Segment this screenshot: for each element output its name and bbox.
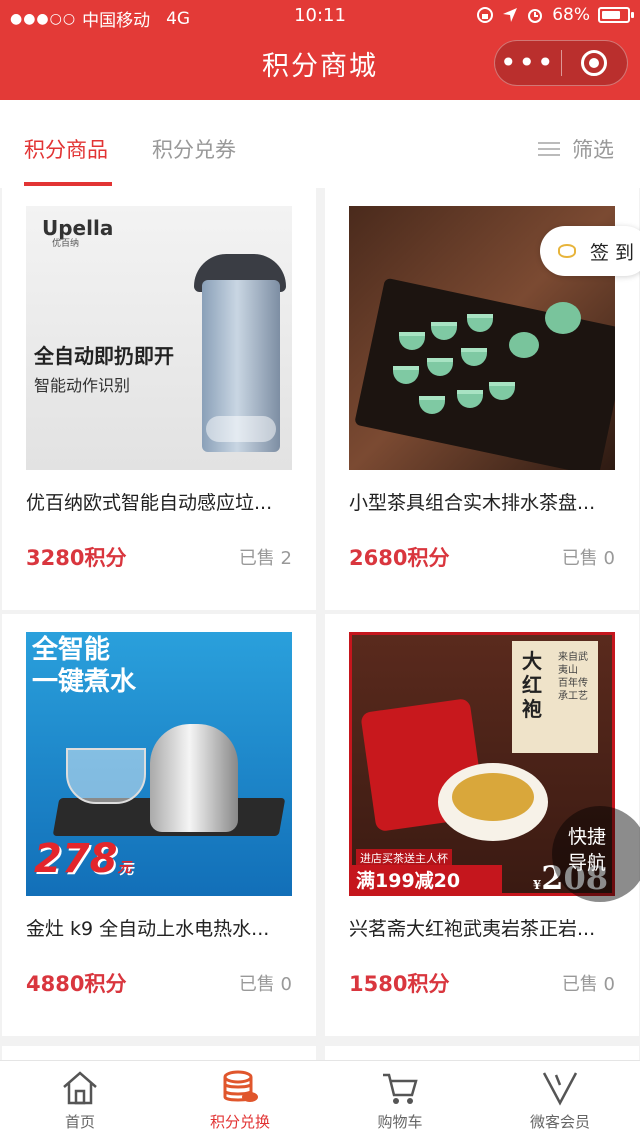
tea-pitcher: [509, 332, 539, 358]
product-card[interactable]: 全智能 一键煮水 278元 金灶 k9 全自动上水电热水... 4880积分 已…: [2, 614, 316, 1036]
product-name[interactable]: 优百纳欧式智能自动感应垃...: [26, 488, 296, 515]
v-member-icon: [542, 1072, 578, 1106]
target-circle-icon: [581, 50, 608, 76]
bottom-tab-points[interactable]: 积分兑换: [160, 1061, 320, 1138]
filter-label: 筛选: [572, 138, 614, 162]
tea-label-title: 大红袍: [522, 649, 542, 721]
quick-nav-button[interactable]: 快捷 导航: [552, 806, 640, 902]
brand-sub: 优百纳: [52, 239, 80, 249]
product-price: 1580积分: [349, 972, 450, 996]
more-dots-icon[interactable]: •••: [495, 49, 561, 77]
cart-icon: [383, 1073, 418, 1104]
tea-label-sub: 来自武夷山 百年传承工艺: [558, 652, 588, 702]
signin-label: 签 到: [590, 241, 635, 264]
product-image: Upella 优百纳 全自动即扔即开 智能动作识别: [26, 206, 292, 470]
bottom-tab-cart[interactable]: 购物车: [320, 1061, 480, 1138]
location-arrow-icon: [503, 8, 518, 22]
image-price-unit: 元: [117, 860, 132, 876]
tea-liquid: [452, 773, 534, 821]
image-slogan: 全自动即扔即开: [34, 344, 174, 368]
glass-pot: [66, 748, 146, 804]
bottom-tab-label: 购物车: [377, 1113, 423, 1131]
status-bar: ●●●○○ 中国移动 4G 10:11 68%: [0, 0, 640, 34]
bottom-tab-label: 首页: [64, 1113, 95, 1131]
tab-points-coupons[interactable]: 积分兑券: [152, 134, 236, 164]
headline-line2: 一键煮水: [32, 667, 137, 697]
product-price: 2680积分: [349, 546, 450, 570]
filter-button[interactable]: 筛选: [538, 134, 614, 164]
image-headline: 全智能 一键煮水: [32, 634, 136, 698]
sold-count: 已售 0: [238, 974, 292, 995]
mini-program-capsule: •••: [494, 40, 628, 86]
sold-count: 已售 0: [561, 548, 615, 569]
image-subtitle: 智能动作识别: [34, 376, 131, 395]
headline-line1: 全智能: [32, 635, 111, 665]
quick-nav-line1: 快捷: [568, 826, 607, 848]
coins-stack-icon: [223, 1070, 258, 1102]
alarm-icon: [528, 9, 543, 23]
product-image: 全智能 一键煮水 278元: [26, 632, 292, 896]
bottom-tab-label: 微客会员: [529, 1113, 590, 1131]
battery-icon: [598, 7, 634, 23]
bottom-tab-bar: 首页 积分兑换 购物车 微客会员: [0, 1060, 640, 1138]
tab-bar: 积分商品 积分兑券 筛选: [0, 100, 640, 188]
list-icon: [538, 140, 560, 158]
close-button[interactable]: [562, 50, 628, 76]
product-price: 3280积分: [26, 546, 127, 570]
battery-percent: 68%: [552, 5, 590, 25]
promo-banner: 满199减20: [352, 865, 502, 893]
product-name[interactable]: 兴茗斋大红袍武夷岩茶正岩...: [349, 914, 619, 941]
coin-icon: [558, 244, 576, 258]
bottom-tab-member[interactable]: 微客会员: [480, 1061, 640, 1138]
product-name[interactable]: 小型茶具组合实木排水茶盘...: [349, 488, 619, 515]
product-card[interactable]: Upella 优百纳 全自动即扔即开 智能动作识别 优百纳欧式智能自动感应垃..…: [2, 188, 316, 610]
bottom-tab-label: 积分兑换: [209, 1113, 270, 1131]
bin-reflection: [206, 416, 276, 442]
lock-rotation-icon: [477, 7, 494, 23]
product-price: 4880积分: [26, 972, 127, 996]
image-price-value: 278: [34, 836, 118, 882]
home-icon: [63, 1071, 97, 1105]
image-price: 278元: [34, 836, 132, 882]
app-header: ●●●○○ 中国移动 4G 10:11 68% 积分商城 •••: [0, 0, 640, 100]
tab-points-goods[interactable]: 积分商品: [24, 134, 108, 164]
signin-button[interactable]: 签 到: [540, 226, 640, 276]
product-name[interactable]: 金灶 k9 全自动上水电热水...: [26, 914, 296, 941]
sold-count: 已售 0: [561, 974, 615, 995]
sold-count: 已售 2: [238, 548, 292, 569]
bottom-tab-home[interactable]: 首页: [0, 1061, 160, 1138]
steel-kettle: [150, 724, 238, 832]
teapot: [545, 302, 581, 334]
quick-nav-line2: 导航: [568, 852, 607, 874]
active-tab-indicator: [24, 182, 112, 186]
price-symbol: ¥: [532, 878, 542, 892]
